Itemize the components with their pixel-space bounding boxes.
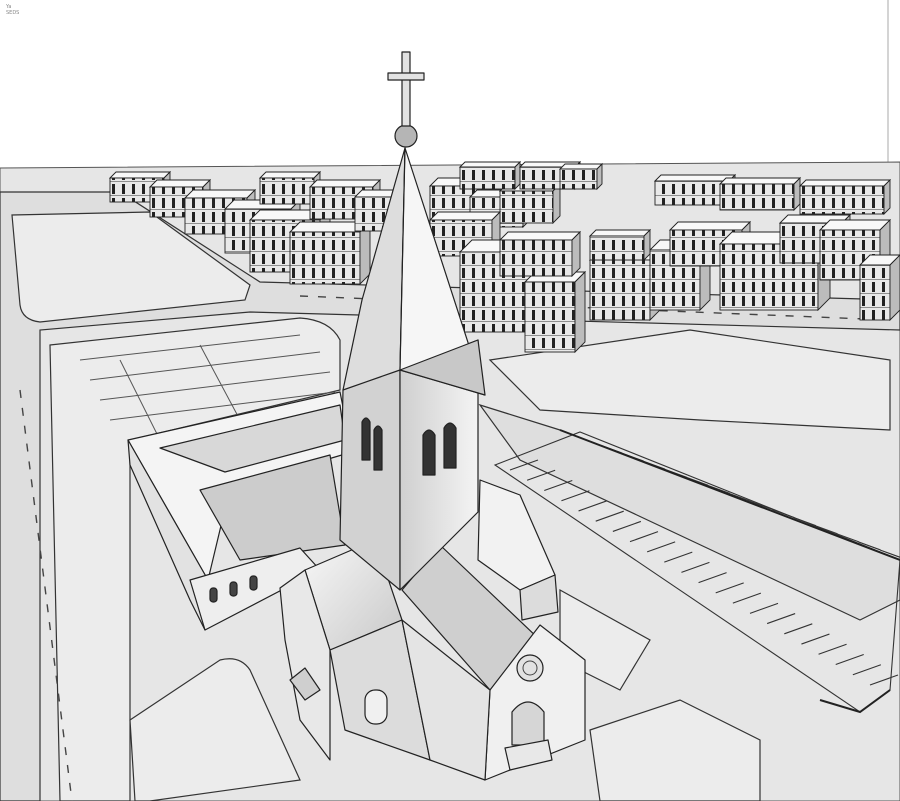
apartment-block (523, 270, 587, 354)
church-model-scene (0, 0, 900, 801)
rose-window (516, 654, 544, 682)
sky (0, 0, 900, 168)
apartment-block (588, 248, 662, 322)
apartment-block (558, 162, 604, 191)
tower-window-left (361, 417, 371, 461)
apartment-block (588, 228, 652, 262)
apartment-block (858, 254, 900, 322)
apartment-block (458, 160, 522, 191)
tower-window-right (422, 429, 436, 476)
spire-orb (394, 124, 418, 148)
apartment-block (498, 230, 582, 278)
apartment-block (718, 176, 802, 212)
scale-label: SEDS (6, 10, 20, 16)
apartment-block (498, 182, 562, 225)
3d-model-viewport[interactable]: Ya SEDS (0, 0, 900, 801)
apartment-block (798, 178, 892, 216)
main-door (511, 701, 545, 746)
axis-indicator: Ya SEDS (6, 4, 19, 16)
